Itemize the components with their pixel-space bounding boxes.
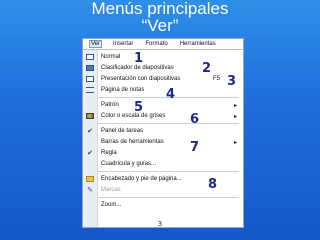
submenu-arrow-icon: ▸ (233, 102, 237, 109)
menu-item-label: Normal (101, 54, 121, 60)
menu-item-label: Barras de herramientas (101, 139, 164, 145)
menu-separator (97, 197, 239, 198)
checkmark-icon: ✔ (87, 150, 93, 157)
menu-item-label: Panel de tareas (101, 128, 144, 134)
menu-item-label: Zoom... (101, 202, 122, 208)
menu-item-markup: ✎ Marcas (83, 185, 243, 195)
submenu-arrow-icon: ▸ (233, 139, 237, 146)
menu-item-label: Marcas (101, 187, 121, 193)
menu-item-slide-sorter[interactable]: Clasificador de diapositivas (83, 63, 243, 73)
menu-item-notes-page[interactable]: Página de notas (83, 85, 243, 95)
slide-sorter-icon (83, 63, 97, 73)
menu-insertar[interactable]: Insertar (112, 41, 134, 47)
submenu-arrow-icon: ▸ (233, 113, 237, 120)
markup-icon: ✎ (87, 187, 93, 194)
annotation-7: 7 (190, 140, 200, 155)
menu-ver[interactable]: Ver (89, 40, 103, 48)
annotation-6: 6 (190, 112, 200, 127)
checkmark-icon: ✔ (87, 128, 93, 135)
menu-item-label: Cuadrícula y guías... (101, 161, 157, 167)
menu-separator (97, 123, 239, 124)
menu-item-header-footer[interactable]: Encabezado y pie de página... (83, 174, 243, 184)
menu-separator (97, 171, 239, 172)
view-menu-items: Normal Clasificador de diapositivas Pres… (83, 50, 243, 227)
menu-item-master[interactable]: Patrón ▸ (83, 100, 243, 110)
page-number: 3 (157, 220, 163, 228)
menu-item-zoom[interactable]: Zoom... (83, 200, 243, 210)
menu-item-toolbars[interactable]: Barras de herramientas ▸ (83, 137, 243, 147)
menu-item-label: Patrón (101, 102, 119, 108)
menu-item-label: Encabezado y pie de página... (101, 176, 182, 182)
menu-item-label: Regla (101, 150, 117, 156)
menu-item-label: Presentación con diapositivas (101, 76, 181, 82)
menu-herramientas[interactable]: Herramientas (179, 41, 217, 47)
annotation-3: 3 (227, 74, 237, 89)
menu-item-color-scale[interactable]: Color o escala de grises ▸ (83, 111, 243, 121)
annotation-5: 5 (134, 100, 144, 115)
menu-item-ruler[interactable]: ✔ Regla (83, 148, 243, 158)
annotation-8: 8 (208, 177, 218, 192)
menu-bar: Ver Insertar Formato Herramientas (83, 39, 243, 50)
menu-item-grid-guides[interactable]: Cuadrícula y guías... (83, 159, 243, 169)
annotation-2: 2 (202, 61, 212, 76)
notes-page-icon (83, 85, 97, 95)
menu-item-slideshow[interactable]: Presentación con diapositivas F5 (83, 74, 243, 84)
menu-item-task-pane[interactable]: ✔ Panel de tareas (83, 126, 243, 136)
shortcut-label: F5 (213, 76, 221, 82)
header-footer-icon (83, 174, 97, 184)
normal-view-icon (83, 52, 97, 62)
view-menu-screenshot: Ver Insertar Formato Herramientas Normal… (82, 38, 244, 228)
annotation-4: 4 (166, 87, 176, 102)
menu-item-label: Página de notas (101, 87, 145, 93)
title-line-2: “Ver” (141, 16, 179, 35)
menu-item-label: Color o escala de grises (101, 113, 166, 119)
menu-formato[interactable]: Formato (144, 41, 168, 47)
slideshow-icon (83, 74, 97, 84)
color-scale-icon (83, 111, 97, 121)
annotation-1: 1 (134, 51, 144, 66)
menu-item-normal[interactable]: Normal (83, 52, 243, 62)
